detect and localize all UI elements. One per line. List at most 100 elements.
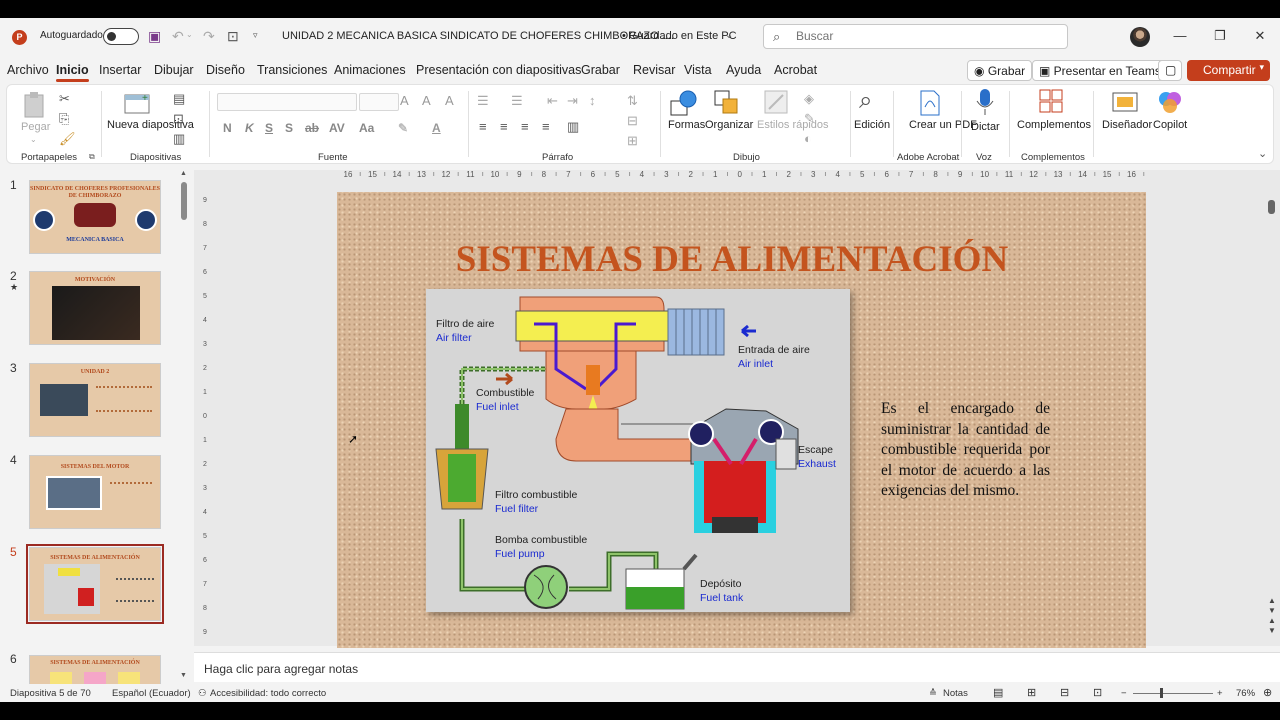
smartart-icon[interactable]: ⊞ <box>627 133 638 149</box>
align-left-icon[interactable]: ≡ <box>479 119 487 134</box>
notes-placeholder[interactable]: Haga clic para agregar notas <box>204 662 358 676</box>
dialog-launcher-icon[interactable]: ⧉ <box>89 152 95 162</box>
zoom-level[interactable]: 76% <box>1236 688 1255 699</box>
highlight-icon[interactable]: ✎ <box>398 121 408 135</box>
font-color-icon[interactable]: A <box>432 121 441 135</box>
avatar[interactable] <box>1130 27 1150 47</box>
slide-body-text[interactable]: Es el encargado de suministrar la cantid… <box>881 399 1050 502</box>
scroll-down-icon[interactable]: ▲ ▼ ▲ ▼ <box>1268 596 1276 636</box>
zoom-slider-knob[interactable] <box>1160 688 1163 698</box>
align-center-icon[interactable]: ≡ <box>500 119 508 134</box>
columns-icon[interactable]: ▥ <box>567 119 579 135</box>
collapse-ribbon-icon[interactable]: ⌄ <box>1258 147 1267 160</box>
scroll-down-icon[interactable]: ▼ <box>180 672 187 679</box>
tab-insertar[interactable]: Insertar <box>99 63 141 77</box>
tab-inicio[interactable]: Inicio <box>56 63 89 82</box>
align-text-icon[interactable]: ⊟ <box>627 113 638 129</box>
canvas-scroll-thumb[interactable] <box>1268 200 1275 214</box>
slide-sorter-icon[interactable]: ⊞ <box>1027 686 1036 699</box>
save-status[interactable]: • Guardado en Este PC <box>622 30 737 42</box>
search-input[interactable] <box>796 29 1056 43</box>
section-icon[interactable]: ▥ <box>173 131 185 147</box>
tab-ayuda[interactable]: Ayuda <box>726 63 761 77</box>
search-box[interactable]: ⌕ <box>763 24 1068 49</box>
tab-revisar[interactable]: Revisar <box>633 63 675 77</box>
shape-outline-icon[interactable]: ✎ <box>804 111 815 127</box>
thumbnail-scrollbar[interactable] <box>180 170 188 680</box>
share-button[interactable]: Compartir ▾ <box>1187 60 1270 81</box>
clear-format-icon[interactable]: A <box>445 93 454 108</box>
notes-pane[interactable]: Haga clic para agregar notas <box>194 652 1280 682</box>
shape-fill-icon[interactable]: ◈ <box>804 91 814 107</box>
scroll-up-icon[interactable]: ▲ <box>180 170 187 177</box>
slide-thumbnail-2[interactable]: MOTIVACIÓN <box>29 271 161 345</box>
tab-vista[interactable]: Vista <box>684 63 712 77</box>
slideshow-icon[interactable]: ⊡ <box>1093 686 1102 699</box>
increase-font-icon[interactable]: A <box>400 93 409 108</box>
slide-thumbnail-4[interactable]: SISTEMAS DEL MOTOR <box>29 455 161 529</box>
increase-indent-icon[interactable]: ⇥ <box>567 93 578 109</box>
fit-slide-icon[interactable]: ⊕ <box>1263 686 1272 699</box>
decrease-indent-icon[interactable]: ⇤ <box>547 93 558 109</box>
reset-icon[interactable]: ⊡ <box>173 111 184 127</box>
tab-transiciones[interactable]: Transiciones <box>257 63 327 77</box>
zoom-in-icon[interactable]: + <box>1217 688 1223 699</box>
restore-icon[interactable]: ❐ <box>1210 28 1230 44</box>
zoom-slider[interactable] <box>1133 693 1213 694</box>
document-title[interactable]: UNIDAD 2 MECANICA BASICA SINDICATO DE CH… <box>282 30 674 42</box>
fuel-system-diagram[interactable]: Filtro de aire Air filter Entrada de air… <box>426 289 850 612</box>
zoom-out-icon[interactable]: − <box>1121 688 1127 699</box>
language-indicator[interactable]: Español (Ecuador) <box>112 688 191 699</box>
format-painter-icon[interactable]: 🖌 <box>59 131 76 147</box>
change-case-icon[interactable]: Aa <box>359 121 374 135</box>
comments-button[interactable]: ▢ <box>1158 60 1182 81</box>
tab-grabar[interactable]: Grabar <box>581 63 620 77</box>
cut-icon[interactable]: ✂ <box>59 91 70 107</box>
decrease-font-icon[interactable]: A <box>422 93 431 108</box>
tab-dibujar[interactable]: Dibujar <box>154 63 194 77</box>
chevron-down-icon[interactable]: ⌄ <box>725 30 733 41</box>
line-spacing-icon[interactable]: ↕ <box>589 93 596 108</box>
underline-icon[interactable]: S <box>265 121 273 135</box>
record-button[interactable]: ◉ Grabar <box>967 60 1033 81</box>
minimize-icon[interactable]: — <box>1170 28 1190 43</box>
tab-animaciones[interactable]: Animaciones <box>334 63 406 77</box>
layout-icon[interactable]: ▤ <box>173 91 185 107</box>
slide-thumbnail-1[interactable]: SINDICATO DE CHOFERES PROFESIONALES DE C… <box>29 180 161 254</box>
redo-icon[interactable]: ↷ <box>203 28 215 45</box>
justify-icon[interactable]: ≡ <box>542 119 550 134</box>
normal-view-icon[interactable]: ▤ <box>993 686 1003 699</box>
present-from-start-icon[interactable]: ⊡ <box>227 28 239 45</box>
numbering-icon[interactable]: ☰ <box>511 93 523 109</box>
present-teams-button[interactable]: ▣ Presentar en Teams <box>1032 60 1168 81</box>
bold-icon[interactable]: N <box>223 121 232 135</box>
autosave-toggle[interactable] <box>103 28 139 45</box>
slide-thumbnail-3[interactable]: UNIDAD 2 <box>29 363 161 437</box>
close-icon[interactable]: ✕ <box>1250 28 1270 44</box>
strikethrough-icon[interactable]: ab <box>305 121 319 135</box>
slide-title[interactable]: SISTEMAS DE ALIMENTACIÓN <box>337 238 1127 281</box>
copy-icon[interactable]: ⎘ <box>59 111 69 127</box>
reading-view-icon[interactable]: ⊟ <box>1060 686 1069 699</box>
text-direction-icon[interactable]: ⇅ <box>627 93 638 109</box>
tab-acrobat[interactable]: Acrobat <box>774 63 817 77</box>
tab-archivo[interactable]: Archivo <box>7 63 49 77</box>
undo-icon[interactable]: ↶ <box>172 28 184 45</box>
italic-icon[interactable]: K <box>245 121 254 135</box>
thumbnail-scroll-thumb[interactable] <box>181 182 187 220</box>
font-family-combo[interactable] <box>217 93 357 111</box>
shape-effects-icon[interactable]: ◐ <box>804 131 812 146</box>
notes-toggle[interactable]: Notas <box>943 688 968 699</box>
bullets-icon[interactable]: ☰ <box>477 93 489 109</box>
slide-thumbnail-5[interactable]: SISTEMAS DE ALIMENTACIÓN <box>26 544 164 624</box>
align-right-icon[interactable]: ≡ <box>521 119 529 134</box>
undo-dropdown-icon[interactable]: ⌄ <box>186 30 193 39</box>
char-spacing-icon[interactable]: AV <box>329 121 345 135</box>
shadow-icon[interactable]: S <box>285 121 293 135</box>
tab-diseno[interactable]: Diseño <box>206 63 245 77</box>
save-icon[interactable]: ▣ <box>148 28 161 45</box>
customize-qat-icon[interactable]: ▿ <box>253 30 258 41</box>
font-size-combo[interactable] <box>359 93 399 111</box>
slide[interactable]: SISTEMAS DE ALIMENTACIÓN Filtro de aire … <box>337 192 1146 648</box>
accessibility-status[interactable]: Accesibilidad: todo correcto <box>210 688 326 699</box>
